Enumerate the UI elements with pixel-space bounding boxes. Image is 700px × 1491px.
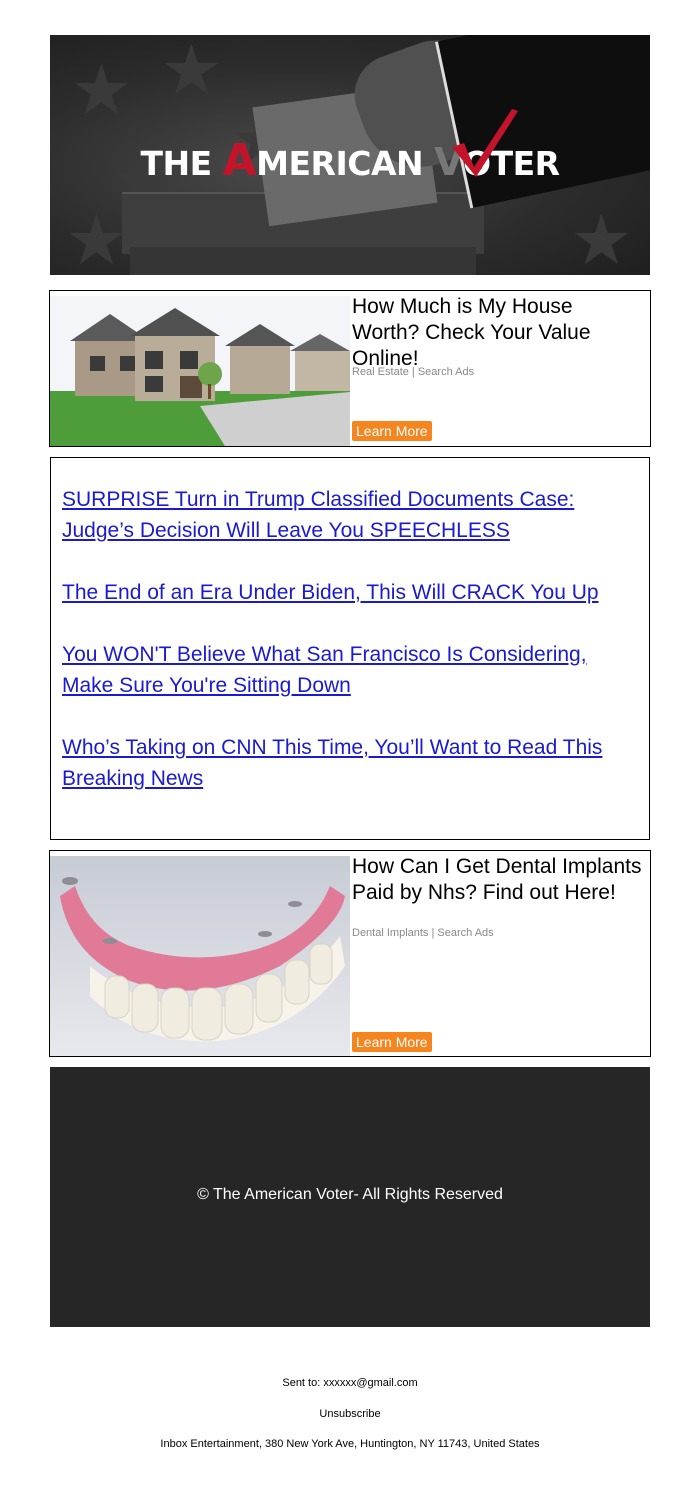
learn-more-button[interactable]: Learn More <box>352 421 432 441</box>
ad-headline[interactable]: How Much is My House Worth? Check Your V… <box>352 294 642 372</box>
star-icon: ★ <box>65 199 128 275</box>
email-page: ★ ★ ★ ★ ★ ★ THE AMERICAN VOTER <box>0 0 700 1491</box>
ad-image-house[interactable] <box>50 296 350 446</box>
header-banner: ★ ★ ★ ★ ★ ★ THE AMERICAN VOTER <box>50 35 650 275</box>
footer-banner: © The American Voter- All Rights Reserve… <box>50 1067 650 1327</box>
star-icon: ★ <box>570 199 633 275</box>
sponsored-ad[interactable]: How Much is My House Worth? Check Your V… <box>49 290 651 447</box>
sponsored-ad[interactable]: How Can I Get Dental Implants Paid by Nh… <box>49 850 651 1057</box>
star-icon: ★ <box>70 49 133 131</box>
ad-headline[interactable]: How Can I Get Dental Implants Paid by Nh… <box>352 854 642 906</box>
unsubscribe-link[interactable]: Unsubscribe <box>0 1408 700 1420</box>
news-link[interactable]: The End of an Era Under Biden, This Will… <box>62 577 622 608</box>
mailing-address: Inbox Entertainment, 380 New York Ave, H… <box>160 1438 540 1450</box>
site-logo[interactable]: THE AMERICAN VOTER <box>50 135 650 186</box>
ballot-box-base <box>130 247 476 275</box>
news-link[interactable]: You WON'T Believe What San Francisco Is … <box>62 639 622 701</box>
ad-source: Real Estate | Search Ads <box>352 366 475 378</box>
sent-to-text: Sent to: xxxxxx@gmail.com <box>282 1377 418 1389</box>
checkmark-icon <box>452 109 518 177</box>
star-icon: ★ <box>160 35 223 111</box>
news-links: SURPRISE Turn in Trump Classified Docume… <box>50 457 650 840</box>
ad-image-dental[interactable] <box>50 856 350 1056</box>
copyright-text: © The American Voter- All Rights Reserve… <box>197 1186 503 1203</box>
ad-source: Dental Implants | Search Ads <box>352 927 494 939</box>
news-link[interactable]: Who’s Taking on CNN This Time, You’ll Wa… <box>62 732 622 794</box>
learn-more-button[interactable]: Learn More <box>352 1032 432 1052</box>
logo-text: MERICAN <box>256 144 435 183</box>
logo-letter-a: A <box>222 135 257 186</box>
news-link[interactable]: SURPRISE Turn in Trump Classified Docume… <box>62 484 622 546</box>
logo-text: THE <box>140 144 223 183</box>
